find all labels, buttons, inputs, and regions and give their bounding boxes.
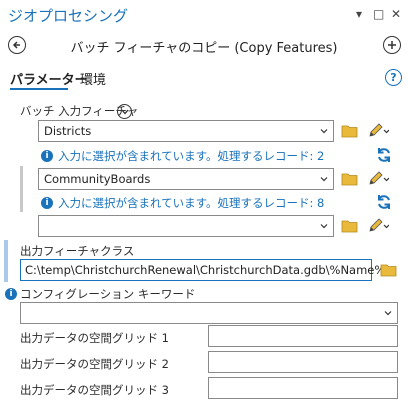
- chevron-down-icon[interactable]: [319, 174, 329, 184]
- pencil-icon[interactable]: [367, 169, 389, 187]
- pane-title: ジオプロセシング: [8, 7, 129, 25]
- refresh-icon[interactable]: [376, 147, 392, 163]
- spatial-grid-2-label: 出力データの空間グリッド 2: [20, 357, 169, 371]
- batch-input-combo-1[interactable]: Districts: [38, 120, 334, 142]
- chevron-down-icon[interactable]: [117, 104, 132, 119]
- tool-title: バッチ フィーチャのコピー (Copy Features): [70, 41, 338, 56]
- selected-row-indicator: [20, 166, 23, 212]
- folder-icon[interactable]: [341, 172, 359, 186]
- selection-info-2: i 入力に選択が含まれています。処理するレコード: 8: [41, 195, 324, 211]
- refresh-icon[interactable]: [376, 194, 392, 210]
- info-icon: i: [41, 197, 53, 209]
- plus-icon[interactable]: [383, 36, 401, 54]
- restore-icon[interactable]: □: [373, 7, 384, 21]
- spatial-grid-1-input[interactable]: [208, 325, 398, 347]
- tab-strip: パラメーター 環境: [0, 64, 408, 92]
- output-feature-class-input[interactable]: C:\temp\ChristchurchRenewal\Christchurch…: [20, 259, 385, 281]
- active-parameter-indicator: [4, 240, 8, 282]
- spatial-grid-2-input[interactable]: [208, 351, 398, 373]
- batch-input-value-2: CommunityBoards: [44, 172, 151, 186]
- output-feature-class-value: C:\temp\ChristchurchRenewal\Christchurch…: [25, 263, 386, 277]
- spatial-grid-3-label: 出力データの空間グリッド 3: [20, 383, 169, 397]
- help-icon[interactable]: ?: [385, 69, 402, 86]
- batch-input-combo-2[interactable]: CommunityBoards: [38, 168, 334, 190]
- batch-input-value-1: Districts: [44, 124, 92, 138]
- spatial-grid-1-label: 出力データの空間グリッド 1: [20, 331, 169, 345]
- tab-parameters[interactable]: パラメーター: [10, 69, 88, 88]
- info-icon[interactable]: i: [5, 288, 17, 300]
- folder-icon[interactable]: [341, 124, 359, 138]
- pencil-icon[interactable]: [367, 121, 389, 139]
- info-icon: i: [41, 150, 53, 162]
- back-arrow-icon[interactable]: [8, 36, 26, 54]
- close-icon[interactable]: ✕: [391, 7, 401, 21]
- pencil-icon[interactable]: [367, 216, 389, 234]
- batch-input-combo-3[interactable]: [38, 215, 334, 237]
- selection-info-1: i 入力に選択が含まれています。処理するレコード: 2: [41, 148, 324, 164]
- selection-info-text-2: 入力に選択が含まれています。処理するレコード: 8: [58, 196, 325, 210]
- config-keyword-label: コンフィグレーション キーワード: [20, 287, 196, 301]
- folder-icon[interactable]: [341, 219, 359, 233]
- pane-titlebar: ジオプロセシング ▾ □ ✕: [0, 0, 408, 30]
- tab-environments[interactable]: 環境: [80, 69, 106, 88]
- active-tab-indicator: [10, 88, 68, 90]
- selection-info-text-1: 入力に選択が含まれています。処理するレコード: 2: [58, 149, 325, 163]
- chevron-down-icon[interactable]: [383, 308, 393, 318]
- config-keyword-combo[interactable]: [20, 302, 398, 324]
- chevron-down-icon[interactable]: [319, 126, 329, 136]
- options-menu-icon[interactable]: ▾: [356, 7, 362, 21]
- folder-icon[interactable]: [380, 263, 398, 277]
- spatial-grid-3-input[interactable]: [208, 377, 398, 399]
- tool-header: バッチ フィーチャのコピー (Copy Features): [0, 30, 408, 60]
- output-feature-class-label: 出力フィーチャクラス: [20, 244, 135, 258]
- chevron-down-icon[interactable]: [319, 221, 329, 231]
